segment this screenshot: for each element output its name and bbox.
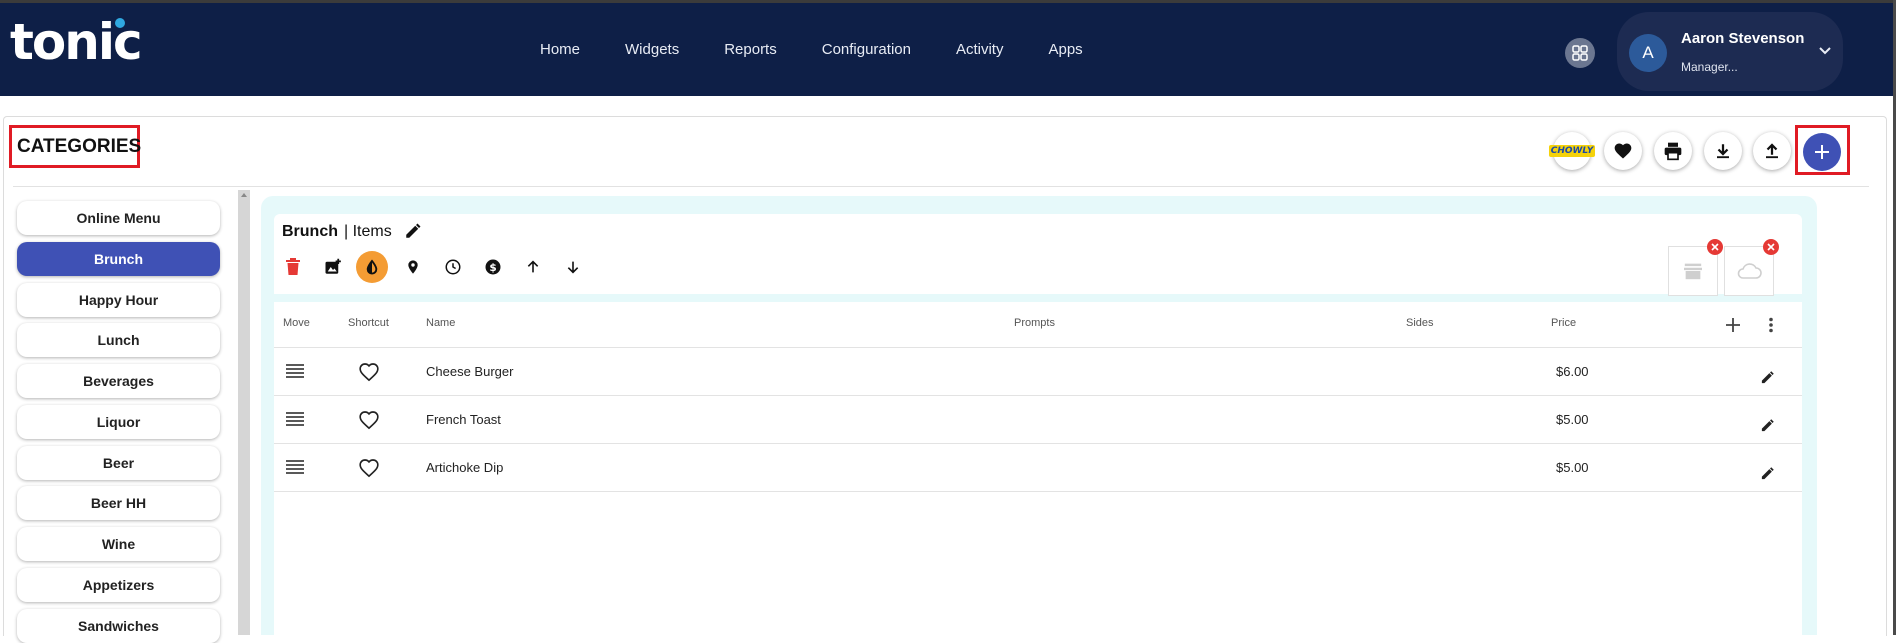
- header-divider: [13, 186, 1869, 187]
- svg-text:$: $: [489, 262, 496, 274]
- plus-icon: [1815, 145, 1829, 159]
- upload-icon: [1766, 143, 1778, 159]
- apps-grid-button[interactable]: [1565, 38, 1595, 68]
- category-liquor[interactable]: Liquor: [17, 405, 220, 439]
- column-price: Price: [1551, 317, 1577, 329]
- heart-outline-icon[interactable]: [358, 362, 380, 382]
- category-wine[interactable]: Wine: [17, 527, 220, 561]
- location-pin-icon: [408, 260, 418, 274]
- item-name: Cheese Burger: [426, 364, 514, 379]
- edit-category-pencil-icon[interactable]: [404, 222, 422, 240]
- item-price: $6.00: [1556, 364, 1589, 379]
- download-button[interactable]: [1704, 132, 1742, 170]
- chowly-logo: CHOWLY: [1548, 145, 1596, 157]
- items-category-name: Brunch: [282, 223, 338, 240]
- add-image-tool[interactable]: [322, 256, 344, 278]
- print-button[interactable]: [1654, 132, 1692, 170]
- favorite-button[interactable]: [1604, 132, 1642, 170]
- edit-pencil-icon[interactable]: [1760, 418, 1775, 433]
- add-item-plus-icon[interactable]: [1725, 317, 1741, 333]
- heart-outline-icon[interactable]: [358, 410, 380, 430]
- category-online-menu[interactable]: Online Menu: [17, 201, 220, 235]
- user-name: Aaron Stevenson: [1681, 30, 1805, 47]
- heart-outline-icon[interactable]: [358, 458, 380, 478]
- add-photo-icon: [325, 258, 341, 274]
- category-beer[interactable]: Beer: [17, 446, 220, 480]
- category-scrollbar[interactable]: [238, 190, 250, 635]
- trash-icon: [286, 258, 300, 275]
- dollar-circle-icon: $: [485, 259, 501, 275]
- logo-dot-icon: [115, 18, 125, 28]
- column-name: Name: [426, 317, 456, 329]
- column-move: Move: [283, 317, 310, 329]
- nav-apps[interactable]: Apps: [1048, 41, 1082, 58]
- category-appetizers[interactable]: Appetizers: [17, 568, 220, 602]
- column-sides: Sides: [1406, 317, 1434, 329]
- more-options-icon[interactable]: [1765, 317, 1777, 333]
- store-icon: [1684, 263, 1702, 280]
- store-remove-badge[interactable]: [1707, 239, 1723, 255]
- grid-icon: [1572, 45, 1588, 61]
- upload-button[interactable]: [1753, 132, 1791, 170]
- cloud-icon: [1737, 263, 1762, 279]
- column-shortcut: Shortcut: [348, 317, 389, 329]
- row-divider: [274, 347, 1802, 348]
- add-category-button[interactable]: [1803, 133, 1841, 171]
- close-icon: [1767, 243, 1775, 251]
- delete-tool[interactable]: [282, 256, 304, 278]
- close-icon: [1711, 243, 1719, 251]
- row-divider: [274, 443, 1802, 444]
- category-beverages[interactable]: Beverages: [17, 364, 220, 398]
- pricing-tool[interactable]: $: [482, 256, 504, 278]
- scroll-up-arrow-icon[interactable]: [240, 191, 248, 199]
- arrow-down-icon: [567, 261, 579, 274]
- contrast-drop-icon: [366, 259, 378, 275]
- row-divider: [274, 395, 1802, 396]
- category-sandwiches[interactable]: Sandwiches: [17, 609, 220, 643]
- move-up-tool[interactable]: [522, 256, 544, 278]
- items-header-card: [274, 214, 1802, 294]
- cloud-remove-badge[interactable]: [1763, 239, 1779, 255]
- item-price: $5.00: [1556, 460, 1589, 475]
- location-tool[interactable]: [402, 256, 424, 278]
- clock-icon: [445, 259, 461, 275]
- item-name: Artichoke Dip: [426, 460, 504, 475]
- items-title-label: | Items: [344, 223, 392, 240]
- category-lunch[interactable]: Lunch: [17, 323, 220, 357]
- nav-widgets[interactable]: Widgets: [625, 41, 679, 58]
- nav-home[interactable]: Home: [540, 41, 580, 58]
- chowly-button[interactable]: CHOWLY: [1548, 132, 1596, 170]
- top-navbar: tonic Home Widgets Reports Configuration…: [0, 3, 1893, 96]
- edit-pencil-icon[interactable]: [1760, 466, 1775, 481]
- drag-handle-icon[interactable]: [285, 459, 305, 475]
- nav-reports[interactable]: Reports: [724, 41, 777, 58]
- category-brunch[interactable]: Brunch: [17, 242, 220, 276]
- category-happy-hour[interactable]: Happy Hour: [17, 283, 220, 317]
- user-role: Manager...: [1681, 60, 1738, 74]
- edit-pencil-icon[interactable]: [1760, 370, 1775, 385]
- item-name: French Toast: [426, 412, 501, 427]
- user-menu[interactable]: A Aaron Stevenson Manager...: [1617, 12, 1843, 91]
- tonic-logo[interactable]: tonic: [10, 13, 143, 71]
- item-price: $5.00: [1556, 412, 1589, 427]
- drag-handle-icon[interactable]: [285, 363, 305, 379]
- column-prompts: Prompts: [1014, 317, 1055, 329]
- nav-configuration[interactable]: Configuration: [822, 41, 911, 58]
- arrow-up-icon: [527, 260, 539, 273]
- printer-icon: [1664, 142, 1682, 161]
- move-down-tool[interactable]: [562, 256, 584, 278]
- main-nav: Home Widgets Reports Configuration Activ…: [540, 3, 1128, 96]
- chevron-down-icon[interactable]: [1817, 42, 1833, 58]
- download-icon: [1717, 144, 1729, 159]
- avatar: A: [1629, 34, 1667, 72]
- row-divider: [274, 491, 1802, 492]
- nav-activity[interactable]: Activity: [956, 41, 1004, 58]
- page-title: CATEGORIES: [17, 136, 142, 157]
- category-beer-hh[interactable]: Beer HH: [17, 486, 220, 520]
- heart-icon: [1614, 143, 1632, 159]
- color-tool[interactable]: [356, 251, 388, 283]
- drag-handle-icon[interactable]: [285, 411, 305, 427]
- schedule-tool[interactable]: [442, 256, 464, 278]
